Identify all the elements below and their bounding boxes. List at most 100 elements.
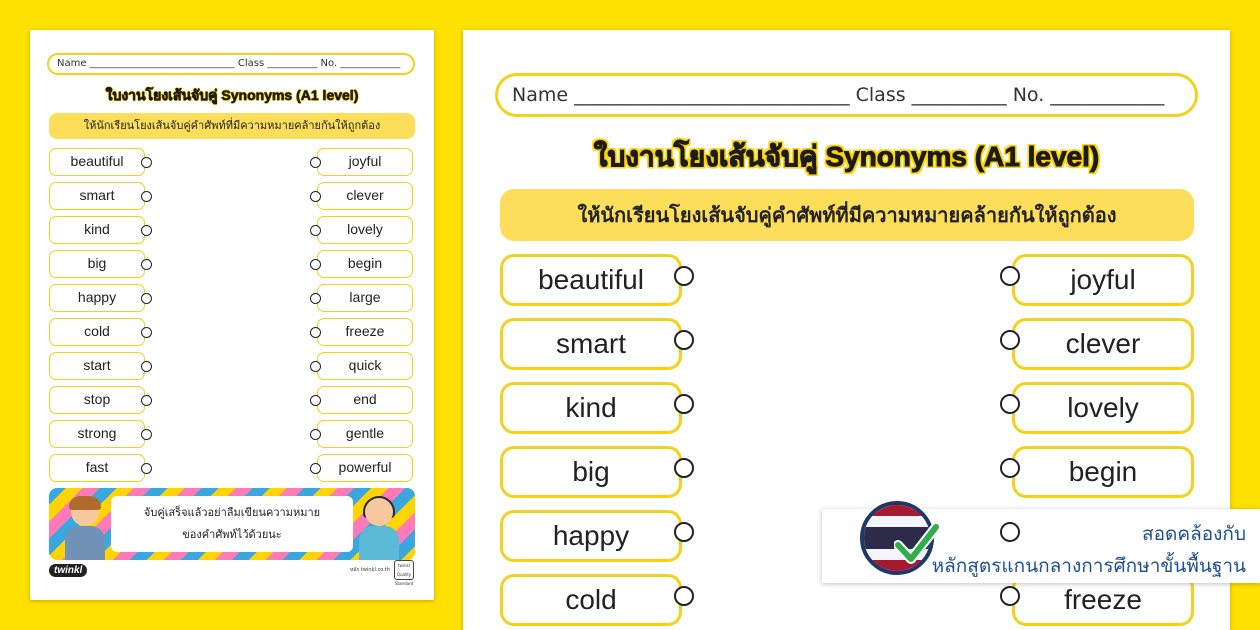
word-box: kind bbox=[500, 382, 682, 434]
word-box: smart bbox=[500, 318, 682, 370]
word-box: happy bbox=[49, 284, 145, 312]
right-word-row: begin bbox=[310, 250, 413, 278]
connector-dot bbox=[310, 428, 321, 440]
right-word-row: begin bbox=[1000, 446, 1194, 498]
left-word-row: beautiful bbox=[500, 254, 694, 306]
worksheet-title: ใบงานโยงเส้นจับคู่ Synonyms (A1 level) bbox=[593, 141, 1100, 173]
connector-dot bbox=[674, 586, 694, 606]
instruction-banner: ให้นักเรียนโยงเส้นจับคู่คำศัพท์ที่มีความ… bbox=[49, 113, 415, 139]
word-box: stop bbox=[49, 386, 145, 414]
connector-dot bbox=[310, 394, 321, 406]
reminder-banner: จับคู่เสร็จแล้วอย่าลืมเขียนความหมาย ของค… bbox=[49, 488, 415, 560]
right-word-row: lovely bbox=[310, 216, 413, 244]
left-word-row: cold bbox=[49, 318, 152, 346]
right-word-row: quick bbox=[310, 352, 413, 380]
word-box: big bbox=[500, 446, 682, 498]
right-word-row: freeze bbox=[310, 318, 413, 346]
connector-dot bbox=[1000, 330, 1020, 350]
left-word-row: fast bbox=[49, 454, 152, 482]
left-word-row: cold bbox=[500, 574, 694, 626]
right-word-row: clever bbox=[1000, 318, 1194, 370]
word-box: happy bbox=[500, 510, 682, 562]
name-class-number-line: Name _____________________________ Class… bbox=[47, 53, 415, 75]
connector-dot bbox=[141, 326, 152, 338]
connector-dot bbox=[141, 462, 152, 474]
connector-dot bbox=[141, 428, 152, 440]
connector-dot bbox=[674, 330, 694, 350]
word-box: powerful bbox=[317, 454, 413, 482]
connector-dot bbox=[310, 462, 321, 474]
right-word-row: clever bbox=[310, 182, 413, 210]
word-box: kind bbox=[49, 216, 145, 244]
word-box: beautiful bbox=[49, 148, 145, 176]
connector-dot bbox=[1000, 458, 1020, 478]
connector-dot bbox=[310, 258, 321, 270]
footer-url: หลัก twinkl.co.th bbox=[350, 567, 390, 573]
word-box: large bbox=[317, 284, 413, 312]
word-box: begin bbox=[317, 250, 413, 278]
left-word-row: smart bbox=[49, 182, 152, 210]
girl-illustration bbox=[355, 496, 403, 560]
word-box: joyful bbox=[317, 148, 413, 176]
worksheet-thumbnail: Name _____________________________ Class… bbox=[30, 30, 434, 600]
boy-illustration bbox=[61, 496, 109, 560]
connector-dot bbox=[674, 266, 694, 286]
connector-dot bbox=[310, 224, 321, 236]
left-word-row: beautiful bbox=[49, 148, 152, 176]
left-word-row: kind bbox=[49, 216, 152, 244]
word-box: lovely bbox=[1012, 382, 1194, 434]
connector-dot bbox=[310, 292, 321, 304]
word-box: beautiful bbox=[500, 254, 682, 306]
left-word-row: strong bbox=[49, 420, 152, 448]
left-word-column: beautiful smart kind big happy cold bbox=[500, 254, 694, 630]
reminder-line-2: ของคำศัพท์ไว้ด้วยนะ bbox=[182, 528, 282, 541]
left-word-row: big bbox=[49, 250, 152, 278]
right-word-row: large bbox=[310, 284, 413, 312]
word-box: smart bbox=[49, 182, 145, 210]
left-word-row: happy bbox=[500, 510, 694, 562]
right-word-row: gentle bbox=[310, 420, 413, 448]
right-word-row: lovely bbox=[1000, 382, 1194, 434]
connector-dot bbox=[141, 156, 152, 168]
connector-dot bbox=[1000, 394, 1020, 414]
connector-dot bbox=[310, 360, 321, 372]
reminder-line-1: จับคู่เสร็จแล้วอย่าลืมเขียนความหมาย bbox=[143, 506, 321, 519]
right-word-column: joyful clever lovely begin large freeze … bbox=[310, 148, 413, 488]
word-box: gentle bbox=[317, 420, 413, 448]
connector-dot bbox=[141, 224, 152, 236]
connector-dot bbox=[141, 258, 152, 270]
left-word-column: beautiful smart kind big happy cold star… bbox=[49, 148, 152, 488]
left-word-row: start bbox=[49, 352, 152, 380]
connector-dot bbox=[141, 292, 152, 304]
word-box: start bbox=[49, 352, 145, 380]
reminder-text: จับคู่เสร็จแล้วอย่าลืมเขียนความหมาย ของค… bbox=[111, 496, 353, 552]
left-word-row: stop bbox=[49, 386, 152, 414]
word-box: begin bbox=[1012, 446, 1194, 498]
connector-dot bbox=[1000, 266, 1020, 286]
alignment-line-1: สอดคล้องกับ bbox=[1142, 523, 1246, 545]
word-box: clever bbox=[317, 182, 413, 210]
word-box: fast bbox=[49, 454, 145, 482]
connector-dot bbox=[674, 394, 694, 414]
connector-dot bbox=[674, 458, 694, 478]
left-word-row: big bbox=[500, 446, 694, 498]
right-word-row: joyful bbox=[310, 148, 413, 176]
right-word-row: joyful bbox=[1000, 254, 1194, 306]
word-box: quick bbox=[317, 352, 413, 380]
quality-badge: twinkl Quality Standard bbox=[394, 560, 414, 586]
word-box: strong bbox=[49, 420, 145, 448]
word-box: big bbox=[49, 250, 145, 278]
left-word-row: happy bbox=[49, 284, 152, 312]
right-word-row: powerful bbox=[310, 454, 413, 482]
twinkl-logo: twinkl bbox=[49, 564, 88, 577]
connector-dot bbox=[1000, 522, 1020, 542]
word-box: end bbox=[317, 386, 413, 414]
right-word-row: end bbox=[310, 386, 413, 414]
connector-dot bbox=[141, 360, 152, 372]
word-box: joyful bbox=[1012, 254, 1194, 306]
connector-dot bbox=[310, 190, 321, 202]
word-box: lovely bbox=[317, 216, 413, 244]
name-class-number-line: Name _____________________________ Class… bbox=[495, 73, 1198, 117]
word-box: cold bbox=[49, 318, 145, 346]
instruction-banner: ให้นักเรียนโยงเส้นจับคู่คำศัพท์ที่มีความ… bbox=[500, 189, 1194, 241]
